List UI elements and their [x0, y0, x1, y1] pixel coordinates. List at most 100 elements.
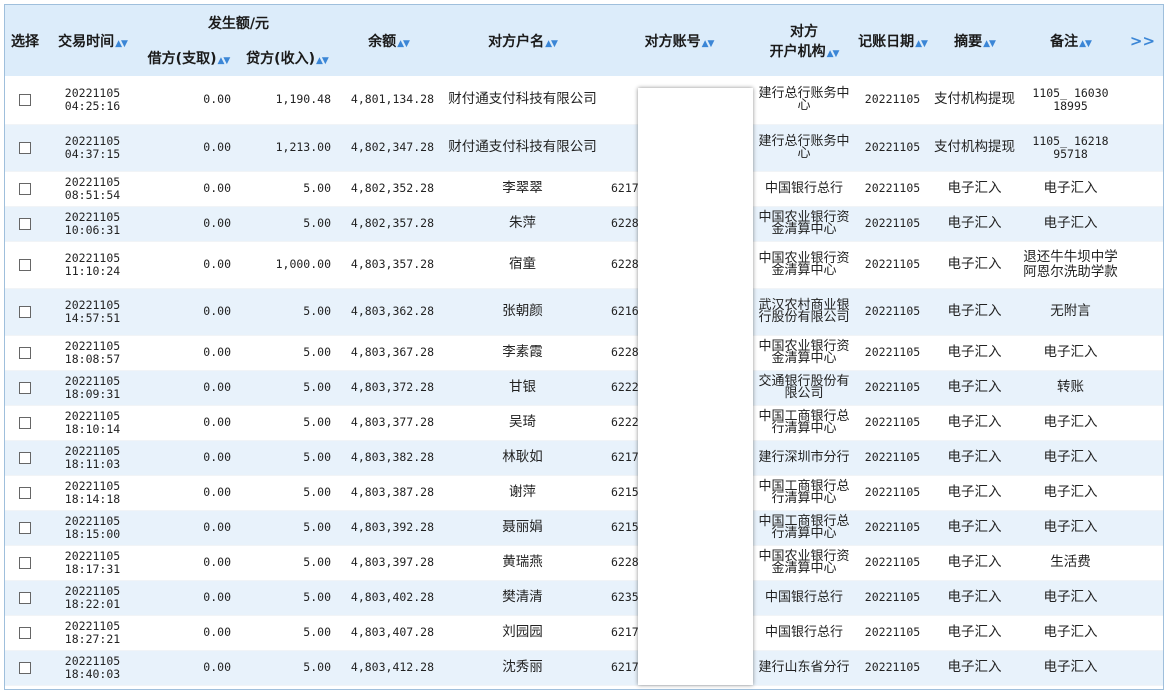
- trans-clock-time: 11:10:24: [64, 263, 121, 278]
- remark-cell: 退还牛牛坝中学阿恩尔洗助学款: [1019, 241, 1122, 289]
- header-debit[interactable]: 借方(支取)▲▼: [140, 40, 237, 76]
- row-checkbox[interactable]: [19, 381, 31, 394]
- header-credit[interactable]: 贷方(收入)▲▼: [237, 40, 337, 76]
- row-checkbox[interactable]: [19, 258, 31, 271]
- row-checkbox[interactable]: [19, 305, 31, 318]
- table-row[interactable]: 20221105 18:09:31 0.00 5.00 4,803,372.28 甘银 62…: [5, 370, 1163, 406]
- header-next[interactable]: >>: [1122, 5, 1163, 76]
- sort-arrows-icon[interactable]: ▲▼: [983, 39, 996, 49]
- double-chevron-right-icon[interactable]: >>: [1130, 32, 1155, 50]
- balance-cell: 4,801,134.28: [337, 76, 440, 125]
- header-cp-bank[interactable]: 对方 开户机构▲▼: [753, 5, 855, 76]
- debit-cell: 0.00: [140, 206, 237, 242]
- header-cp-account[interactable]: 对方账号▲▼: [605, 5, 753, 76]
- credit-cell: 1,000.00: [237, 241, 337, 289]
- debit-cell: 0.00: [140, 335, 237, 371]
- sort-arrows-icon[interactable]: ▲▼: [545, 39, 558, 49]
- table-row[interactable]: 20221105 18:14:18 0.00 5.00 4,803,387.28 谢萍 62…: [5, 475, 1163, 511]
- row-checkbox[interactable]: [19, 141, 31, 154]
- post-date-cell: 20221105: [855, 335, 930, 371]
- header-summary[interactable]: 摘要▲▼: [930, 5, 1019, 76]
- summary-cell: 电子汇入: [930, 440, 1019, 476]
- row-checkbox[interactable]: [19, 416, 31, 429]
- row-checkbox[interactable]: [19, 346, 31, 359]
- trans-time-cell: 20221105 18:22:01: [45, 580, 140, 616]
- header-trans-time[interactable]: 交易时间▲▼: [45, 5, 140, 76]
- table-row[interactable]: 20221105 18:11:03 0.00 5.00 4,803,382.28 林耿如 6…: [5, 440, 1163, 476]
- table-row[interactable]: 20221105 18:17:31 0.00 5.00 4,803,397.28 黄瑞燕 6…: [5, 545, 1163, 581]
- table-row[interactable]: 20221105 18:22:01 0.00 5.00 4,803,402.28 樊清清 6…: [5, 580, 1163, 616]
- header-remark[interactable]: 备注▲▼: [1019, 5, 1122, 76]
- table-row[interactable]: 20221105 18:10:14 0.00 5.00 4,803,377.28 吴琦 62…: [5, 405, 1163, 441]
- row-checkbox[interactable]: [19, 93, 31, 106]
- trans-time-cell: 20221105 18:14:18: [45, 475, 140, 511]
- credit-cell: 5.00: [237, 171, 337, 207]
- spacer-cell: [1122, 171, 1163, 207]
- post-date-cell: 20221105: [855, 76, 930, 125]
- cp-bank-cell: 中国农业银行资金清算中心: [753, 335, 855, 371]
- row-checkbox[interactable]: [19, 182, 31, 195]
- balance-cell: 4,802,347.28: [337, 124, 440, 172]
- select-cell: [5, 510, 45, 546]
- sort-arrows-icon[interactable]: ▲▼: [702, 39, 715, 49]
- balance-cell: 4,803,377.28: [337, 405, 440, 441]
- cp-name-cell: 谢萍: [440, 475, 605, 511]
- trans-date: 20221105: [64, 250, 121, 265]
- table-row[interactable]: 20221105 08:51:54 0.00 5.00 4,802,352.28 李翠翠 6…: [5, 171, 1163, 207]
- sort-arrows-icon[interactable]: ▲▼: [1079, 39, 1092, 49]
- cp-name-cell: 聂丽娟: [440, 510, 605, 546]
- balance-cell: 4,803,387.28: [337, 475, 440, 511]
- sort-arrows-icon[interactable]: ▲▼: [316, 56, 329, 66]
- row-checkbox[interactable]: [19, 486, 31, 499]
- table-row[interactable]: 20221105 04:25:16 0.00 1,190.48 4,801,134.28…: [5, 76, 1163, 125]
- trans-time-cell: 20221105 18:10:14: [45, 405, 140, 441]
- header-balance[interactable]: 余额▲▼: [337, 5, 440, 76]
- header-amount-group: 发生额/元: [140, 5, 337, 40]
- remark-cell: 电子汇入: [1019, 405, 1122, 441]
- trans-date: 20221105: [64, 85, 121, 100]
- post-date-cell: 20221105: [855, 650, 930, 686]
- row-checkbox[interactable]: [19, 626, 31, 639]
- sort-arrows-icon[interactable]: ▲▼: [915, 39, 928, 49]
- row-checkbox[interactable]: [19, 556, 31, 569]
- table-row[interactable]: 20221105 04:37:15 0.00 1,213.00 4,802,347.28…: [5, 124, 1163, 172]
- balance-cell: 4,802,352.28: [337, 171, 440, 207]
- cp-bank-cell: 建行山东省分行: [753, 650, 855, 686]
- post-date-cell: 20221105: [855, 241, 930, 289]
- row-checkbox[interactable]: [19, 591, 31, 604]
- balance-cell: 4,803,392.28: [337, 510, 440, 546]
- row-checkbox[interactable]: [19, 521, 31, 534]
- balance-cell: 4,803,367.28: [337, 335, 440, 371]
- cp-name-cell: 林耿如: [440, 440, 605, 476]
- table-row[interactable]: 20221105 14:57:51 0.00 5.00 4,803,362.28 张朝颜 6…: [5, 288, 1163, 336]
- spacer-cell: [1122, 405, 1163, 441]
- summary-cell: 支付机构提现: [930, 124, 1019, 172]
- row-checkbox[interactable]: [19, 451, 31, 464]
- credit-cell: 5.00: [237, 206, 337, 242]
- sort-arrows-icon[interactable]: ▲▼: [397, 39, 410, 49]
- sort-arrows-icon[interactable]: ▲▼: [217, 56, 230, 66]
- remark-cell: 生活费: [1019, 545, 1122, 581]
- summary-cell: 电子汇入: [930, 510, 1019, 546]
- row-checkbox[interactable]: [19, 661, 31, 674]
- debit-cell: 0.00: [140, 580, 237, 616]
- select-cell: [5, 650, 45, 686]
- table-row[interactable]: 20221105 18:08:57 0.00 5.00 4,803,367.28 李素霞 6…: [5, 335, 1163, 371]
- header-post-date[interactable]: 记账日期▲▼: [855, 5, 930, 76]
- transaction-table-panel: 选择 交易时间▲▼ 发生额/元 余额▲▼ 对方户名▲▼ 对方账号▲▼ 对方 开户机…: [4, 4, 1164, 690]
- summary-cell: 电子汇入: [930, 650, 1019, 686]
- row-checkbox[interactable]: [19, 217, 31, 230]
- sort-arrows-icon[interactable]: ▲▼: [827, 49, 840, 59]
- header-amount-group-label: 发生额/元: [207, 15, 270, 32]
- table-row[interactable]: 20221105 10:06:31 0.00 5.00 4,802,357.28 朱萍 62…: [5, 206, 1163, 242]
- header-cp-name[interactable]: 对方户名▲▼: [440, 5, 605, 76]
- table-row[interactable]: 20221105 11:10:24 0.00 1,000.00 4,803,357.28…: [5, 241, 1163, 289]
- sort-arrows-icon[interactable]: ▲▼: [115, 39, 128, 49]
- table-row[interactable]: 20221105 18:40:03 0.00 5.00 4,803,412.28 沈秀丽 6…: [5, 650, 1163, 686]
- table-row[interactable]: 20221105 18:15:00 0.00 5.00 4,803,392.28 聂丽娟 6…: [5, 510, 1163, 546]
- balance-cell: 4,803,382.28: [337, 440, 440, 476]
- spacer-cell: [1122, 615, 1163, 651]
- summary-cell: 电子汇入: [930, 580, 1019, 616]
- table-row[interactable]: 20221105 18:27:21 0.00 5.00 4,803,407.28 刘园园 6…: [5, 615, 1163, 651]
- cp-bank-cell: 中国农业银行资金清算中心: [753, 545, 855, 581]
